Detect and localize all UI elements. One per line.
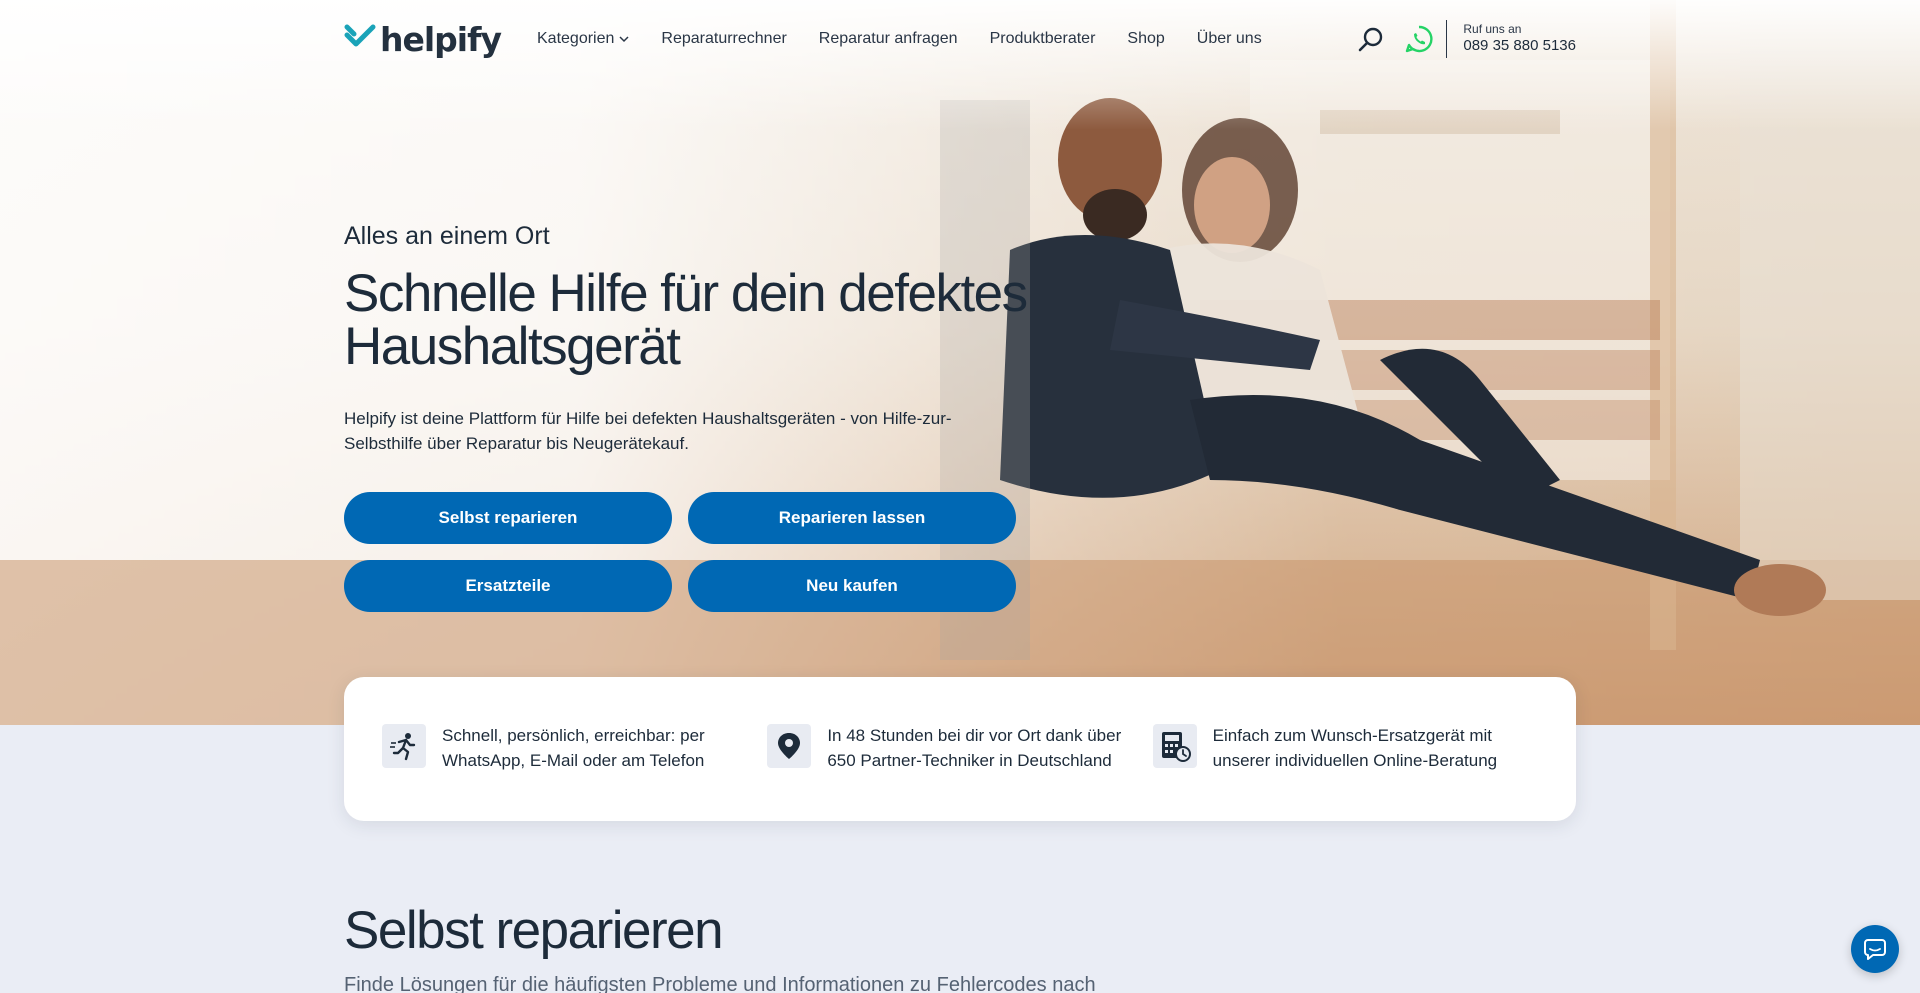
selbst-reparieren-button[interactable]: Selbst reparieren bbox=[344, 492, 672, 545]
header-actions: Ruf uns an 089 35 880 5136 bbox=[1356, 20, 1576, 58]
location-pin-icon bbox=[778, 733, 801, 760]
nav-item-produktberater[interactable]: Produktberater bbox=[990, 30, 1096, 48]
search-button[interactable] bbox=[1356, 24, 1386, 54]
logo[interactable]: helpify bbox=[344, 19, 502, 59]
main-nav: Kategorien Reparaturrechner Reparatur an… bbox=[537, 30, 1262, 48]
feature-item: Einfach zum Wunsch-Ersatzgerät mit unser… bbox=[1152, 724, 1538, 773]
feature-text: Einfach zum Wunsch-Ersatzgerät mit unser… bbox=[1212, 726, 1498, 770]
feature-icon-box bbox=[382, 724, 426, 769]
nav-item-reparatur-anfragen[interactable]: Reparatur anfragen bbox=[819, 30, 958, 48]
reparieren-lassen-button[interactable]: Reparieren lassen bbox=[688, 492, 1016, 545]
call-info[interactable]: Ruf uns an 089 35 880 5136 bbox=[1463, 22, 1576, 56]
nav-item-label: Kategorien bbox=[537, 30, 615, 47]
hero-button-grid: Selbst reparieren Reparieren lassen Ersa… bbox=[344, 492, 1044, 613]
call-label: Ruf uns an bbox=[1463, 22, 1522, 37]
nav-item-shop[interactable]: Shop bbox=[1127, 30, 1164, 48]
chat-bubble-icon bbox=[1864, 939, 1886, 960]
ersatzteile-button[interactable]: Ersatzteile bbox=[344, 560, 672, 613]
chevron-down-icon bbox=[619, 36, 629, 43]
nav-item-kategorien[interactable]: Kategorien bbox=[537, 30, 629, 48]
running-person-icon bbox=[390, 733, 416, 761]
chat-button[interactable] bbox=[1851, 925, 1899, 973]
whatsapp-icon bbox=[1406, 25, 1433, 53]
feature-item: Schnell, persönlich, erreichbar: per Wha… bbox=[382, 724, 767, 773]
feature-text: Schnell, persönlich, erreichbar: per Wha… bbox=[442, 726, 705, 770]
feature-text: In 48 Stunden bei dir vor Ort dank über … bbox=[827, 726, 1122, 770]
hero-headline-line2: Haushaltsgerät bbox=[344, 317, 681, 376]
site-header: helpify Kategorien Reparaturrechner Repa… bbox=[344, 14, 1576, 64]
logo-text: helpify bbox=[380, 19, 502, 59]
feature-icon-box bbox=[767, 724, 812, 769]
call-number[interactable]: 089 35 880 5136 bbox=[1463, 37, 1576, 56]
logo-check-icon bbox=[344, 24, 376, 47]
search-icon bbox=[1359, 27, 1383, 52]
hero-content: Alles an einem Ort Schnelle Hilfe für de… bbox=[344, 222, 1044, 613]
features-card: Schnell, persönlich, erreichbar: per Wha… bbox=[344, 677, 1576, 821]
feature-item: In 48 Stunden bei dir vor Ort dank über … bbox=[767, 724, 1152, 773]
hero-kicker: Alles an einem Ort bbox=[344, 222, 550, 250]
hero-headline: Schnelle Hilfe für dein defektes Haushal… bbox=[344, 267, 1044, 373]
neu-kaufen-button[interactable]: Neu kaufen bbox=[688, 560, 1016, 613]
section-title: Selbst reparieren bbox=[344, 901, 724, 960]
hero-intro: Helpify ist deine Plattform für Hilfe be… bbox=[344, 409, 952, 453]
calculator-clock-icon bbox=[1161, 732, 1191, 763]
nav-item-reparaturrechner[interactable]: Reparaturrechner bbox=[661, 30, 786, 48]
nav-item-ueber-uns[interactable]: Über uns bbox=[1197, 30, 1262, 48]
feature-icon-box bbox=[1152, 724, 1197, 769]
header-divider bbox=[1446, 20, 1448, 58]
hero-headline-line1: Schnelle Hilfe für dein defektes bbox=[344, 264, 1028, 323]
section-subtitle: Finde Lösungen für die häufigsten Proble… bbox=[344, 974, 1096, 993]
whatsapp-button[interactable] bbox=[1404, 24, 1434, 54]
